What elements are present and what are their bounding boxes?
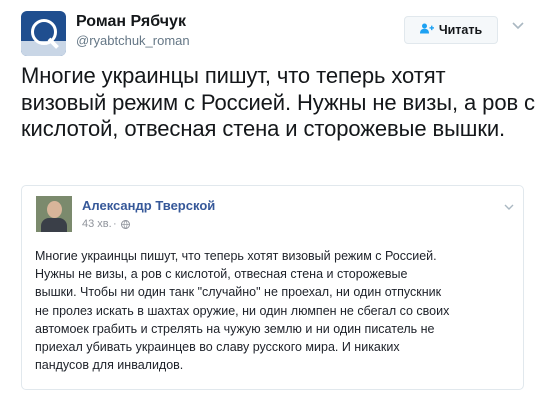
author-handle[interactable]: @ryabtchuk_roman — [76, 33, 190, 48]
tweet-text: Многие украинцы пишут, что теперь хотят … — [21, 63, 535, 141]
embedded-text-line: не пролез искать в шахтах оружие, ни оди… — [35, 303, 450, 318]
timestamp-separator: · — [113, 218, 117, 230]
author-avatar[interactable] — [21, 11, 66, 56]
embedded-text-line: Нужны не визы, а ров с кислотой, отвесна… — [35, 267, 408, 282]
chevron-down-icon[interactable] — [511, 18, 525, 32]
add-user-icon — [419, 23, 434, 37]
embedded-author-name[interactable]: Александр Тверской — [82, 198, 215, 213]
embedded-text-line: вышки. Чтобы ни один танк "случайно" не … — [35, 285, 442, 300]
author-name[interactable]: Роман Рябчук — [76, 13, 186, 31]
embedded-text-line: Многие украинцы пишут, что теперь хотят … — [35, 249, 437, 263]
embedded-post[interactable]: Александр Тверской 43 хв. · Многие украи… — [21, 185, 524, 390]
embedded-chevron-down-icon[interactable] — [503, 200, 515, 212]
embedded-text-line: приехал убивать украинцев во славу русск… — [35, 340, 400, 355]
embedded-timestamp[interactable]: 43 хв. — [82, 218, 112, 230]
follow-button[interactable]: Читать — [404, 16, 498, 44]
embedded-author-avatar[interactable] — [36, 196, 72, 232]
embedded-post-text: Многие украинцы пишут, что теперь хотят … — [35, 247, 513, 374]
follow-label: Читать — [438, 23, 483, 37]
embedded-text-line: автомоек грабить и стрелять на чужую зем… — [35, 321, 435, 336]
tweet-header: Роман Рябчук @ryabtchuk_roman Читать — [0, 0, 549, 60]
globe-icon — [121, 220, 130, 229]
embedded-text-line: пандусов для инвалидов. — [35, 358, 184, 373]
